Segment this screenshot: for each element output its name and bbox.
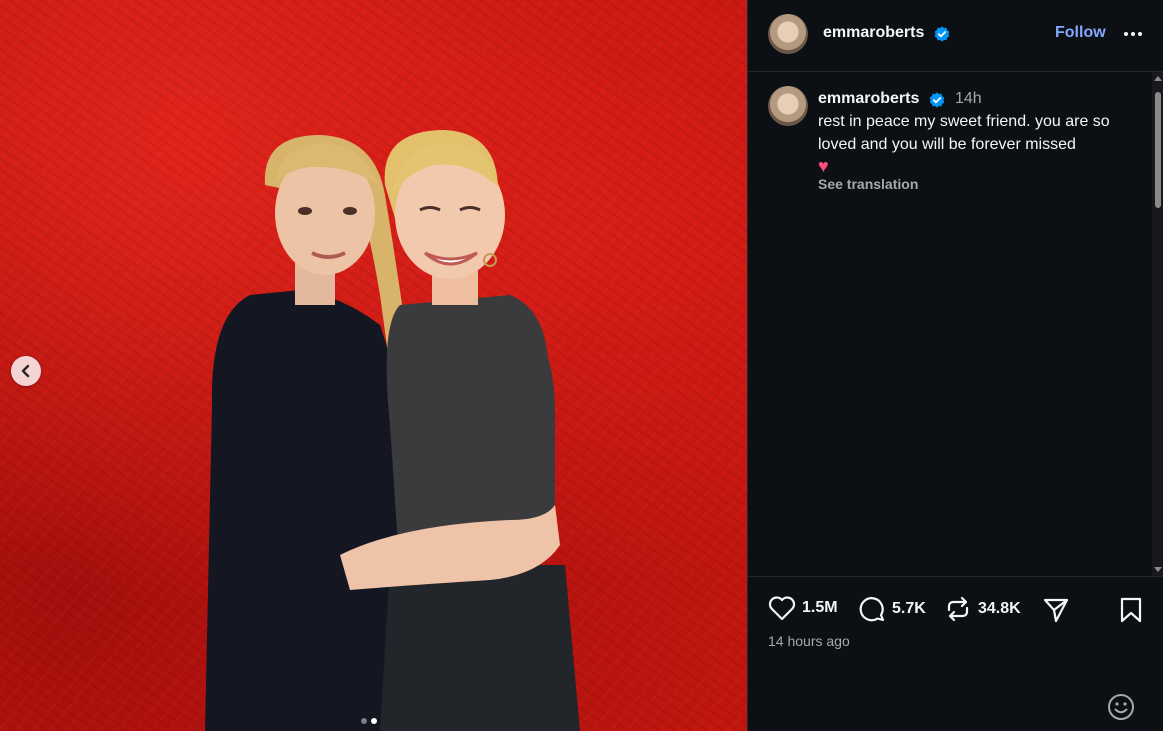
carousel-indicator — [361, 718, 377, 724]
scroll-thumb[interactable] — [1155, 92, 1161, 208]
post-actions: 1.5M 5.7K 34.8K 14 hours ago — [748, 576, 1163, 667]
verified-icon — [929, 92, 945, 108]
caption-username[interactable]: emmaroberts — [818, 90, 919, 108]
header-username[interactable]: emmaroberts — [823, 24, 924, 42]
carousel-prev-button[interactable] — [11, 356, 41, 386]
scroll-up-arrow[interactable] — [1154, 76, 1162, 81]
caption-avatar[interactable] — [768, 86, 808, 126]
caption-body: rest in peace my sweet friend. you are s… — [818, 113, 1110, 153]
verified-icon — [934, 26, 950, 42]
comment-count: 5.7K — [892, 600, 926, 617]
photo-person-right — [340, 130, 580, 731]
heart-emoji: ♥ — [818, 156, 829, 176]
emoji-icon[interactable] — [1106, 692, 1136, 722]
scrollbar[interactable] — [1152, 72, 1163, 576]
carousel-dot-active — [371, 718, 377, 724]
post-time-long[interactable]: 14 hours ago — [768, 633, 850, 649]
post-header: emmaroberts Follow — [748, 0, 1163, 72]
bookmark-icon[interactable] — [1118, 596, 1144, 624]
scroll-down-arrow[interactable] — [1154, 567, 1162, 572]
repost-button[interactable]: 34.8K — [944, 595, 1021, 623]
caption-text: rest in peace my sweet friend. you are s… — [818, 110, 1138, 179]
post-side-panel: emmaroberts Follow emmaroberts 14h rest … — [747, 0, 1163, 731]
heart-icon — [768, 596, 796, 621]
follow-button[interactable]: Follow — [1055, 24, 1106, 42]
post-time-short[interactable]: 14h — [955, 90, 982, 108]
comment-icon — [859, 597, 885, 622]
share-icon[interactable] — [1042, 596, 1070, 624]
like-count: 1.5M — [802, 599, 838, 616]
repost-icon — [947, 596, 969, 622]
see-translation-link[interactable]: See translation — [818, 176, 918, 192]
comment-button[interactable]: 5.7K — [858, 595, 926, 623]
avatar[interactable] — [768, 14, 808, 54]
carousel-dot — [361, 718, 367, 724]
like-button[interactable]: 1.5M — [768, 595, 838, 621]
repost-count: 34.8K — [978, 600, 1021, 617]
chevron-left-icon — [21, 364, 30, 378]
post-media[interactable] — [0, 0, 747, 731]
caption-area[interactable]: emmaroberts 14h rest in peace my sweet f… — [748, 72, 1163, 576]
more-icon[interactable] — [1121, 22, 1145, 46]
